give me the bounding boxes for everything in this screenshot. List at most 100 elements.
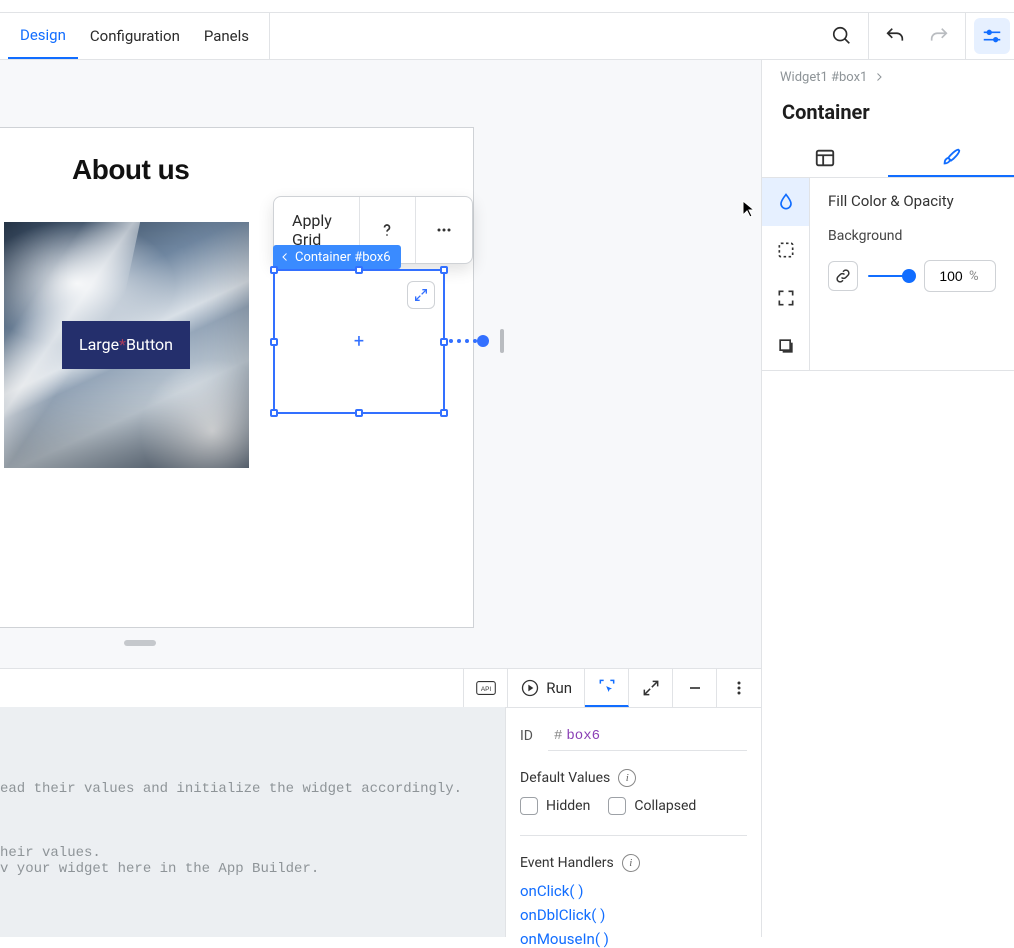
layout-icon <box>814 147 836 169</box>
svg-text:API: API <box>481 686 492 693</box>
fullscreen-button[interactable] <box>629 669 673 707</box>
more-options-button[interactable] <box>416 197 472 263</box>
minimize-button[interactable] <box>673 669 717 707</box>
checkbox-collapsed[interactable] <box>608 797 626 815</box>
rail-border[interactable] <box>762 226 809 274</box>
id-field[interactable]: # box6 <box>548 721 747 751</box>
undo-button[interactable] <box>877 18 913 54</box>
toggle-panel-button[interactable] <box>974 18 1010 54</box>
id-hash: # <box>554 728 562 744</box>
resize-handle-sw[interactable] <box>270 409 278 417</box>
zoom-button[interactable] <box>824 18 860 54</box>
surface-resize-handle[interactable] <box>124 640 156 646</box>
brush-icon <box>940 146 962 168</box>
expand-icon <box>413 287 429 303</box>
tab-panels[interactable]: Panels <box>192 13 261 59</box>
resize-handle-e[interactable] <box>440 338 448 346</box>
info-icon[interactable]: i <box>622 854 640 872</box>
tabs-divider <box>269 13 270 59</box>
large-button-label: Large*Button <box>79 335 173 354</box>
large-button[interactable]: Large*Button <box>62 321 190 369</box>
style-content: Fill Color & Opacity Background % <box>810 178 1014 370</box>
border-icon <box>776 240 796 260</box>
collapsed-checkbox-row[interactable]: Collapsed <box>608 797 696 815</box>
inspector-tabs <box>762 138 1014 178</box>
divider <box>868 12 869 60</box>
info-icon[interactable]: i <box>618 769 636 787</box>
divider <box>965 12 966 60</box>
chevron-left-icon <box>279 251 291 263</box>
inspector-body: Fill Color & Opacity Background % <box>762 178 1014 371</box>
collapsed-label: Collapsed <box>634 798 696 814</box>
slider-thumb[interactable] <box>902 269 916 283</box>
breadcrumb[interactable]: Widget1 #box1 <box>762 60 1014 94</box>
redo-icon <box>928 25 950 47</box>
top-actions <box>820 13 1014 59</box>
id-label: ID <box>520 728 548 744</box>
inspector-tab-layout[interactable] <box>762 138 888 177</box>
alignment-guide-anchor[interactable] <box>477 335 489 347</box>
bottom-panel: API Run ead their values and initialize … <box>0 668 761 937</box>
inspector-panel: Widget1 #box1 Container Fill Color <box>761 60 1014 937</box>
help-icon <box>377 220 397 240</box>
sliders-icon <box>981 25 1003 47</box>
rail-corners[interactable] <box>762 274 809 322</box>
resize-handle-ne[interactable] <box>440 266 448 274</box>
resize-handle-s[interactable] <box>355 409 363 417</box>
more-button[interactable] <box>717 669 761 707</box>
checkbox-hidden[interactable] <box>520 797 538 815</box>
search-icon <box>831 25 853 47</box>
code-editor[interactable]: ead their values and initialize the widg… <box>0 707 505 937</box>
breadcrumb-label: Widget1 #box1 <box>780 70 867 85</box>
handler-onclick[interactable]: onClick( ) <box>520 882 747 900</box>
run-button[interactable]: Run <box>508 669 585 707</box>
resize-handle-se[interactable] <box>440 409 448 417</box>
rail-shadow[interactable] <box>762 322 809 370</box>
tab-design[interactable]: Design <box>8 13 78 59</box>
design-surface[interactable]: About us Large*Button Apply Grid Contain… <box>0 127 474 628</box>
divider <box>520 835 747 836</box>
events-header: Event Handlers i <box>520 854 747 872</box>
alignment-guide-dots <box>449 339 477 343</box>
resize-handle-nw[interactable] <box>270 266 278 274</box>
inspect-mode-button[interactable] <box>585 669 629 707</box>
opacity-input-box: % <box>924 260 996 292</box>
shadow-icon <box>776 336 796 356</box>
run-label: Run <box>546 679 572 697</box>
alignment-guide-target <box>500 329 504 353</box>
properties-pane: ID # box6 Default Values i Hidden Collap… <box>505 707 761 937</box>
style-rail <box>762 178 810 370</box>
heading-about-us: About us <box>72 154 189 186</box>
canvas-region: About us Large*Button Apply Grid Contain… <box>0 60 761 668</box>
selection-tag-label: Container #box6 <box>295 250 391 265</box>
add-element-button[interactable]: + <box>349 332 369 352</box>
bottom-toolbar: API Run <box>463 669 761 707</box>
opacity-slider[interactable] <box>868 266 914 286</box>
tab-configuration[interactable]: Configuration <box>78 13 192 59</box>
hidden-label: Hidden <box>546 798 590 814</box>
selection-tag[interactable]: Container #box6 <box>273 245 401 269</box>
opacity-input[interactable] <box>933 267 969 285</box>
selected-container[interactable]: + <box>273 269 445 414</box>
handler-ondblclick[interactable]: onDblClick( ) <box>520 906 747 924</box>
expand-button[interactable] <box>407 281 435 309</box>
chevron-right-icon <box>873 71 885 83</box>
defaults-header: Default Values i <box>520 769 747 787</box>
more-icon <box>434 220 454 240</box>
resize-handle-w[interactable] <box>270 338 278 346</box>
handler-onmousein[interactable]: onMouseIn( ) <box>520 930 747 948</box>
id-row: ID # box6 <box>520 721 747 751</box>
api-button[interactable]: API <box>464 669 508 707</box>
redo-button[interactable] <box>921 18 957 54</box>
inspector-tab-style[interactable] <box>888 138 1014 177</box>
rail-fill[interactable] <box>762 178 809 226</box>
hidden-checkbox-row[interactable]: Hidden <box>520 797 590 815</box>
play-icon <box>520 678 540 698</box>
tabs: Design Configuration Panels <box>0 13 270 59</box>
link-color-button[interactable] <box>828 261 858 291</box>
expand-icon <box>641 678 661 698</box>
corners-icon <box>776 288 796 308</box>
resize-handle-n[interactable] <box>355 266 363 274</box>
defaults-title: Default Values <box>520 770 610 786</box>
inspector-title: Container <box>762 94 1014 138</box>
